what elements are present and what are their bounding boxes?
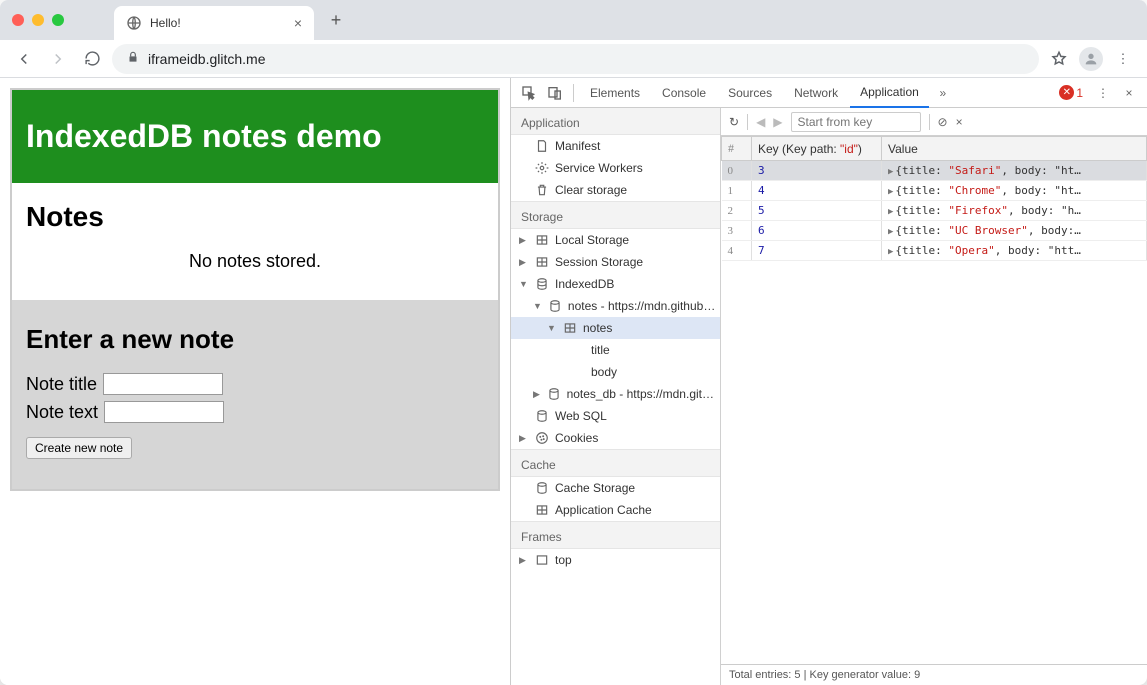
table-row[interactable]: 03{title: "Safari", body: "ht… <box>722 161 1147 181</box>
sidebar-group-storage: Storage <box>511 201 720 229</box>
empty-state-text: No notes stored. <box>26 251 484 272</box>
database-icon <box>548 299 562 313</box>
sidebar-item-service-workers[interactable]: Service Workers <box>511 157 720 179</box>
data-grid: # Key (Key path: "id") Value 03{title: "… <box>721 136 1147 261</box>
sidebar-item-application-cache[interactable]: Application Cache <box>511 499 720 521</box>
database-icon <box>535 481 549 495</box>
key-search-input[interactable] <box>791 112 921 132</box>
table-row[interactable]: 25{title: "Firefox", body: "h… <box>722 201 1147 221</box>
more-tabs-icon[interactable]: » <box>931 81 955 105</box>
sidebar-item-idb-index-title[interactable]: title <box>511 339 720 361</box>
page-content: IndexedDB notes demo Notes No notes stor… <box>0 78 510 685</box>
error-count: 1 <box>1076 86 1083 100</box>
application-sidebar: Application Manifest Service Workers Cle… <box>511 108 721 685</box>
create-note-button[interactable]: Create new note <box>26 437 132 459</box>
new-tab-button[interactable]: + <box>322 6 350 34</box>
col-index[interactable]: # <box>722 137 752 161</box>
address-bar: iframeidb.glitch.me ⋮ <box>0 40 1147 78</box>
sidebar-item-local-storage[interactable]: Local Storage <box>511 229 720 251</box>
star-icon[interactable] <box>1045 45 1073 73</box>
sidebar-item-top-frame[interactable]: top <box>511 549 720 571</box>
error-badge[interactable]: ✕ <box>1059 85 1074 100</box>
table-icon <box>535 503 549 517</box>
maximize-window-icon[interactable] <box>52 14 64 26</box>
tab-title: Hello! <box>150 16 181 30</box>
table-row[interactable]: 36{title: "UC Browser", body:… <box>722 221 1147 241</box>
inspect-icon[interactable] <box>517 81 541 105</box>
sidebar-item-indexeddb[interactable]: IndexedDB <box>511 273 720 295</box>
window-controls <box>12 14 64 26</box>
table-icon <box>535 255 549 269</box>
tab-console[interactable]: Console <box>652 78 716 108</box>
lock-icon <box>126 50 140 67</box>
omnibox[interactable]: iframeidb.glitch.me <box>112 44 1039 74</box>
profile-avatar[interactable] <box>1077 45 1105 73</box>
sidebar-item-idb-database-2[interactable]: notes_db - https://mdn.git… <box>511 383 720 405</box>
gear-icon <box>535 161 549 175</box>
reload-button[interactable] <box>78 45 106 73</box>
sidebar-item-session-storage[interactable]: Session Storage <box>511 251 720 273</box>
devtools-close-icon[interactable]: × <box>1117 81 1141 105</box>
trash-icon <box>535 183 549 197</box>
next-page-icon[interactable]: ▶ <box>773 115 782 129</box>
tab-application[interactable]: Application <box>850 78 929 108</box>
minimize-window-icon[interactable] <box>32 14 44 26</box>
clear-store-icon[interactable]: ⊘ <box>938 115 948 129</box>
database-icon <box>535 409 549 423</box>
table-row[interactable]: 47{title: "Opera", body: "htt… <box>722 241 1147 261</box>
database-icon <box>547 387 561 401</box>
devtools-tab-bar: Elements Console Sources Network Applica… <box>511 78 1147 108</box>
form-heading: Enter a new note <box>26 324 484 355</box>
sidebar-group-cache: Cache <box>511 449 720 477</box>
database-icon <box>535 277 549 291</box>
back-button[interactable] <box>10 45 38 73</box>
browser-menu-icon[interactable]: ⋮ <box>1109 45 1137 73</box>
table-row[interactable]: 14{title: "Chrome", body: "ht… <box>722 181 1147 201</box>
data-grid-toolbar: ↻ ◀ ▶ ⊘ × <box>721 108 1147 136</box>
devtools-menu-icon[interactable]: ⋮ <box>1091 81 1115 105</box>
delete-entry-icon[interactable]: × <box>956 115 963 129</box>
sidebar-group-application: Application <box>511 108 720 135</box>
status-bar: Total entries: 5 | Key generator value: … <box>721 664 1147 685</box>
note-text-label: Note text <box>26 402 98 423</box>
sidebar-item-cookies[interactable]: Cookies <box>511 427 720 449</box>
note-title-input[interactable] <box>103 373 223 395</box>
forward-button[interactable] <box>44 45 72 73</box>
file-icon <box>535 139 549 153</box>
devtools-panel: Elements Console Sources Network Applica… <box>510 78 1147 685</box>
table-icon <box>535 233 549 247</box>
col-key[interactable]: Key (Key path: "id") <box>752 137 882 161</box>
close-tab-icon[interactable]: × <box>294 15 302 31</box>
sidebar-item-manifest[interactable]: Manifest <box>511 135 720 157</box>
notes-heading: Notes <box>26 201 484 233</box>
table-icon <box>563 321 577 335</box>
note-title-label: Note title <box>26 374 97 395</box>
cookie-icon <box>535 431 549 445</box>
globe-icon <box>126 15 142 31</box>
col-value[interactable]: Value <box>882 137 1147 161</box>
sidebar-item-clear-storage[interactable]: Clear storage <box>511 179 720 201</box>
page-heading: IndexedDB notes demo <box>12 90 498 183</box>
browser-tab-strip: Hello! × + <box>0 0 1147 40</box>
close-window-icon[interactable] <box>12 14 24 26</box>
tab-sources[interactable]: Sources <box>718 78 782 108</box>
sidebar-item-idb-database[interactable]: notes - https://mdn.github… <box>511 295 720 317</box>
sidebar-item-cache-storage[interactable]: Cache Storage <box>511 477 720 499</box>
sidebar-item-idb-index-body[interactable]: body <box>511 361 720 383</box>
sidebar-item-idb-store[interactable]: notes <box>511 317 720 339</box>
sidebar-item-websql[interactable]: Web SQL <box>511 405 720 427</box>
data-grid-panel: ↻ ◀ ▶ ⊘ × # Key (Key path: "id" <box>721 108 1147 685</box>
device-toggle-icon[interactable] <box>543 81 567 105</box>
refresh-icon[interactable]: ↻ <box>729 115 739 129</box>
frame-icon <box>535 553 549 567</box>
url-text: iframeidb.glitch.me <box>148 51 266 67</box>
tab-elements[interactable]: Elements <box>580 78 650 108</box>
tab-network[interactable]: Network <box>784 78 848 108</box>
prev-page-icon[interactable]: ◀ <box>756 115 765 129</box>
note-text-input[interactable] <box>104 401 224 423</box>
browser-tab[interactable]: Hello! × <box>114 6 314 40</box>
sidebar-group-frames: Frames <box>511 521 720 549</box>
